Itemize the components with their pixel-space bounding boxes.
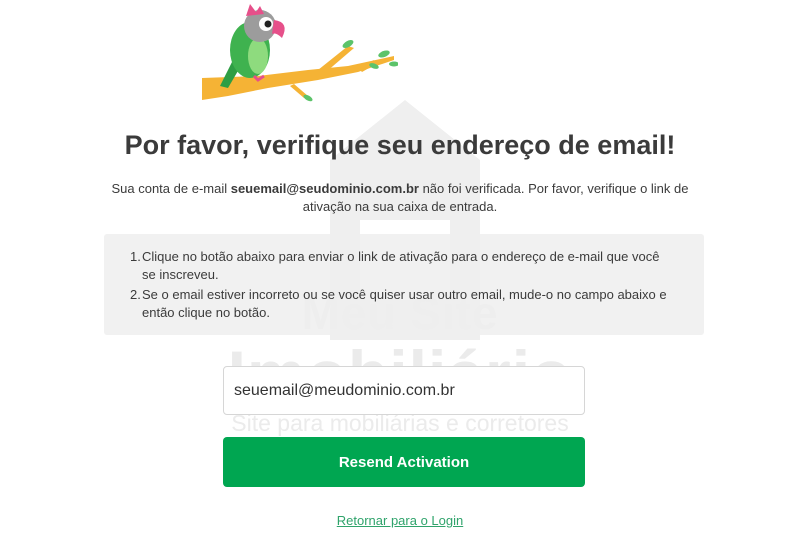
instructions-list: 1. Clique no botão abaixo para enviar o … xyxy=(130,248,674,322)
instruction-text: Se o email estiver incorreto ou se você … xyxy=(142,287,667,320)
account-email: seuemail@seudominio.com.br xyxy=(230,181,419,196)
verification-message: Sua conta de e-mail seuemail@seudominio.… xyxy=(100,180,700,216)
instructions-panel: 1. Clique no botão abaixo para enviar o … xyxy=(104,234,704,335)
parrot-on-branch-icon xyxy=(202,4,398,102)
instruction-number: 2. xyxy=(130,287,141,302)
instruction-item: 1. Clique no botão abaixo para enviar o … xyxy=(130,248,674,284)
page-title: Por favor, verifique seu endereço de ema… xyxy=(124,130,676,160)
email-field[interactable] xyxy=(223,366,585,415)
instruction-item: 2. Se o email estiver incorreto ou se vo… xyxy=(130,286,674,322)
resend-activation-button[interactable]: Resend Activation xyxy=(223,437,585,487)
intro-text-before: Sua conta de e-mail xyxy=(111,181,231,196)
instruction-number: 1. xyxy=(130,249,141,264)
instruction-text: Clique no botão abaixo para enviar o lin… xyxy=(142,249,660,282)
back-to-login-link[interactable]: Retornar para o Login xyxy=(0,513,800,528)
